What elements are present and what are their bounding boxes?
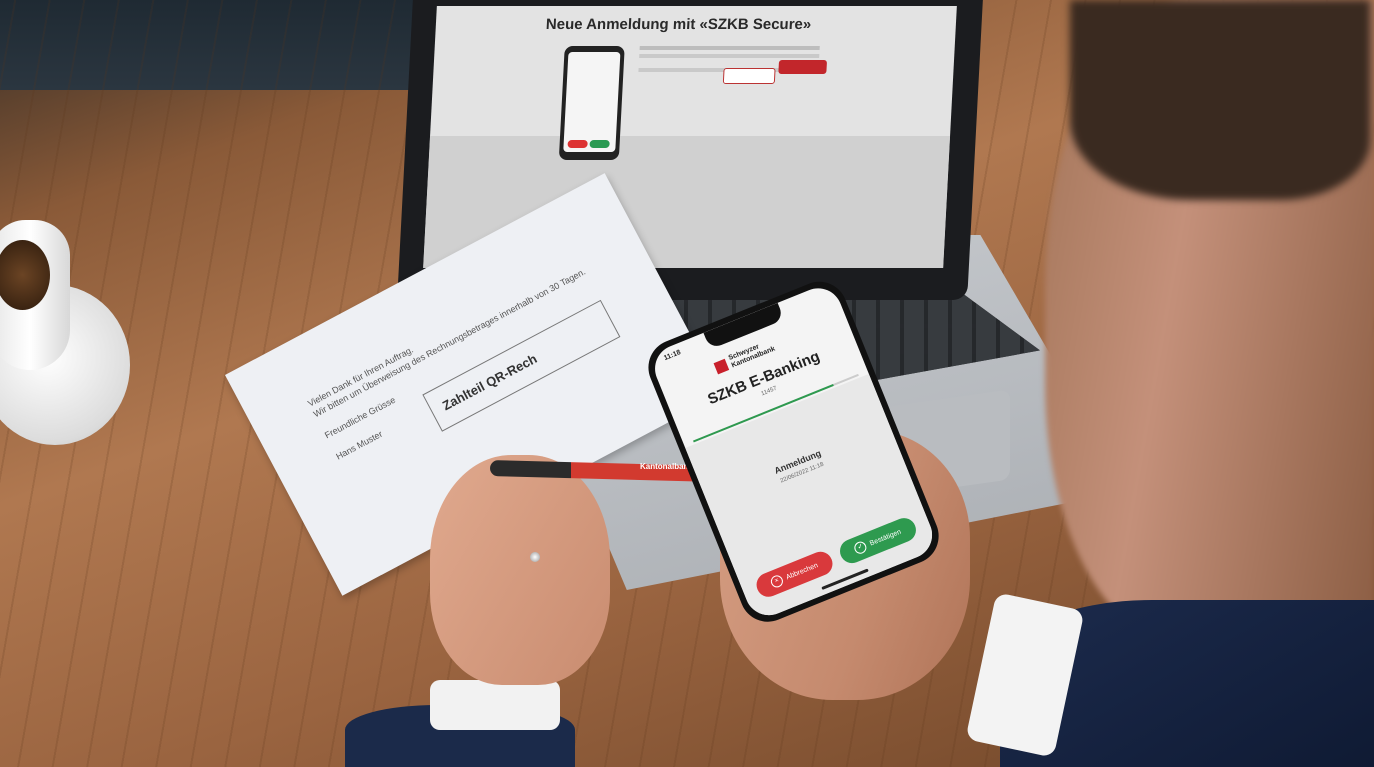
screen-cancel-button[interactable] [722,68,776,84]
screen-confirm-button[interactable] [778,60,828,74]
left-cuff [430,680,560,730]
ring [530,552,540,562]
laptop-screen-title: Neue Anmeldung mit «SZKB Secure» [545,16,812,33]
screen-phone-cancel [567,140,588,148]
man-hair [1070,0,1370,200]
phone-time: 11:18 [663,349,682,363]
photo-scene: Neue Anmeldung mit «SZKB Secure» Vielen … [0,0,1374,767]
screen-body-text [639,46,820,50]
cancel-label: Abbrechen [784,561,819,581]
screen-phone-confirm [589,140,610,148]
confirm-label: Bestätigen [868,528,903,548]
left-hand [430,455,610,685]
screen-phone-display [563,52,621,152]
check-icon: ✓ [852,539,869,556]
paper-name: Hans Muster [334,428,385,462]
close-icon: × [769,573,785,590]
szkb-logo-icon [713,358,730,375]
invoice-box: Zahlteil QR-Rech [422,299,621,432]
paper-line-1: Vielen Dank für Ihren Auftrag. [306,344,415,409]
invoice-label: Zahlteil QR-Rech [439,350,540,414]
